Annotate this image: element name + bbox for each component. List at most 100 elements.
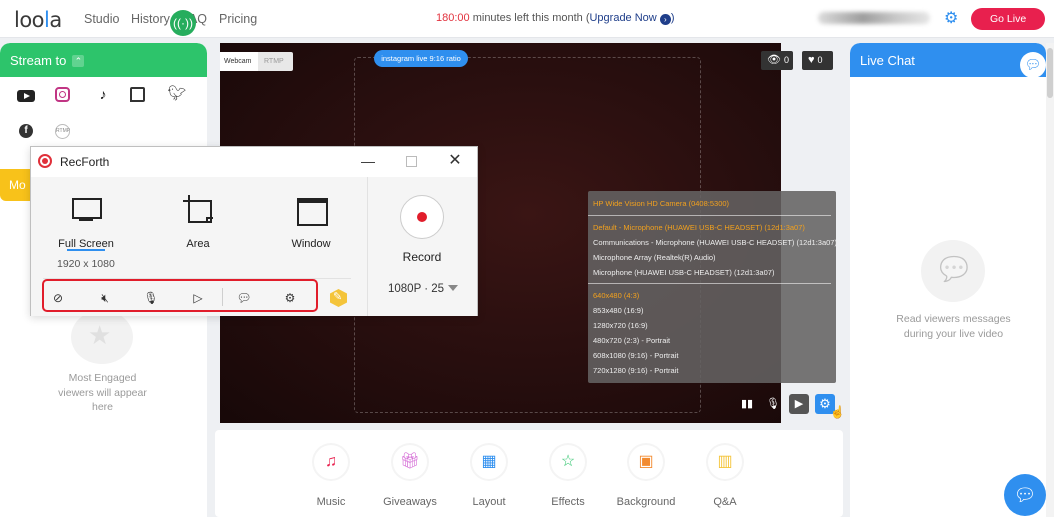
tool-effects[interactable]: ☆ Effects <box>538 445 598 508</box>
likes-badge: ♥ 0 <box>802 51 833 70</box>
source-tabs: Webcam RTMP <box>220 52 293 71</box>
qa-icon: ▥ <box>708 445 742 479</box>
upgrade-link[interactable]: Upgrade Now <box>589 12 656 24</box>
tab-rtmp[interactable]: RTMP <box>260 52 288 71</box>
record-label: Record <box>402 250 442 264</box>
twitter-icon[interactable]: 🐦︎ <box>167 86 187 102</box>
tool-label: Effects <box>551 496 585 508</box>
music-icon: ♫ <box>314 445 348 479</box>
go-live-button[interactable]: Go Live <box>971 8 1045 30</box>
minutes-suffix: minutes left this month ( <box>469 12 590 24</box>
rtmp-icon[interactable]: RTMP <box>55 124 70 139</box>
live-chat-header: Live Chat <box>850 43 1046 77</box>
recforth-title: RecForth <box>60 155 110 169</box>
twitch-icon[interactable] <box>130 87 145 102</box>
resolution-option[interactable]: 640x480 (4:3) <box>593 291 639 300</box>
tool-label: Giveaways <box>383 496 437 508</box>
highlighted-toolbar <box>42 279 318 312</box>
eye-icon: 👁︎ <box>767 54 781 66</box>
user-name-blurred[interactable] <box>818 12 930 24</box>
layout-icon: ▦ <box>472 445 506 479</box>
nav-pricing[interactable]: Pricing <box>219 12 257 26</box>
moderate-tab[interactable]: Mo <box>0 169 30 201</box>
maximize-button[interactable] <box>401 151 421 171</box>
annotation-icon[interactable]: 💬︎ <box>235 290 253 306</box>
tool-giveaways[interactable]: 🎁︎ Giveaways <box>380 445 440 508</box>
nav-history[interactable]: History <box>131 12 170 26</box>
upgrade-icon[interactable]: › <box>659 14 671 25</box>
chevron-down-icon[interactable] <box>448 285 459 291</box>
top-nav: loola Studio History FAQ Pricing 180:00 … <box>0 0 1054 38</box>
views-badge: 👁︎ 0 <box>761 51 793 70</box>
views-count: 0 <box>783 55 789 65</box>
window-icon <box>296 195 328 226</box>
tool-layout[interactable]: ▦ Layout <box>459 445 519 508</box>
resolution-option[interactable]: 720x1280 (9:16) - Portrait <box>593 366 678 375</box>
resolution-option[interactable]: 608x1080 (9:16) - Portrait <box>593 351 678 360</box>
divider <box>222 288 223 306</box>
device-settings-menu: HP Wide Vision HD Camera (0408:5300) Def… <box>588 191 837 383</box>
chevron-up-icon[interactable]: ⌃ <box>72 55 85 67</box>
loola-logo[interactable]: loola <box>14 8 62 32</box>
tool-music[interactable]: ♫ Music <box>301 445 361 508</box>
pointer-cursor-icon: ☝ <box>830 405 845 419</box>
resolution-option[interactable]: 480x720 (2:3) - Portrait <box>593 336 670 345</box>
tab-webcam[interactable]: Webcam <box>220 52 258 71</box>
mode-window[interactable]: Window <box>266 195 356 250</box>
chat-empty-icon <box>921 240 985 302</box>
screen-resolution: 1920 x 1080 <box>57 258 115 270</box>
mode-area[interactable]: Area <box>153 195 243 250</box>
star-effects-icon: ☆ <box>551 445 585 479</box>
chat-bubble-icon[interactable]: 💬︎ <box>1020 52 1046 78</box>
ratio-label[interactable]: instagram live 9:16 ratio <box>374 50 468 67</box>
help-chat-icon[interactable]: 💬︎ <box>1004 474 1046 516</box>
close-button[interactable]: ✕ <box>445 151 465 171</box>
scrollbar[interactable] <box>1046 43 1054 517</box>
resolution-option[interactable]: 1280x720 (16:9) <box>593 321 648 330</box>
minimize-button[interactable]: — <box>358 151 378 171</box>
image-icon: ▣ <box>629 445 663 479</box>
audio-option[interactable]: Communications - Microphone (HUAWEI USB-… <box>593 238 837 247</box>
divider <box>588 283 831 284</box>
tool-qa[interactable]: ▥ Q&A <box>695 445 755 508</box>
crop-icon <box>183 195 213 223</box>
tool-background[interactable]: ▣ Background <box>616 445 676 508</box>
monitor-icon <box>71 195 102 223</box>
tiktok-icon[interactable]: ♪ <box>93 86 113 102</box>
microphone-icon[interactable]: 🎙︎ <box>142 290 160 306</box>
resolution-option[interactable]: 853x480 (16:9) <box>593 306 643 315</box>
speaker-muted-icon[interactable]: 🔇︎ <box>96 290 114 306</box>
media-folder-icon[interactable]: ▷ <box>189 290 207 306</box>
facebook-icon[interactable]: f <box>19 124 33 138</box>
gift-icon: 🎁︎ <box>393 445 427 479</box>
quality-value: 1080P · 25 <box>388 283 445 295</box>
active-mode-indicator <box>67 249 105 251</box>
captions-icon[interactable]: ▮▮ <box>737 394 757 414</box>
tool-label: Q&A <box>713 496 737 508</box>
audio-option[interactable]: Default - Microphone (HUAWEI USB-C HEADS… <box>593 223 805 232</box>
stream-to-label: Stream to <box>10 53 67 68</box>
webcam-off-icon[interactable]: ⊘ <box>49 290 67 306</box>
record-button[interactable] <box>400 195 444 239</box>
chat-empty-text: Read viewers messages during your live v… <box>896 313 1011 340</box>
stream-to-header[interactable]: Stream to ⌃ <box>0 43 207 77</box>
quality-dropdown[interactable]: 1080P · 25 <box>388 283 459 295</box>
audio-option[interactable]: Microphone (HUAWEI USB-C HEADSET) (12d1:… <box>593 268 774 277</box>
engaged-placeholder: Most Engaged viewers will appear here <box>58 372 147 413</box>
recforth-titlebar[interactable]: RecForth — ✕ <box>31 147 477 177</box>
microphone-icon[interactable]: 🎙︎ <box>763 394 783 414</box>
audio-option[interactable]: Microphone Array (Realtek(R) Audio) <box>593 253 716 262</box>
broadcast-icon[interactable]: ((·)) <box>170 10 196 36</box>
divider <box>588 215 831 216</box>
heart-icon: ♥ <box>808 54 815 66</box>
tool-label: Background <box>616 496 676 508</box>
camera-icon[interactable]: ▶ <box>789 394 809 414</box>
mode-full-screen[interactable]: Full Screen <box>41 195 131 250</box>
settings-gear-icon[interactable]: ⚙ <box>944 11 960 27</box>
youtube-icon[interactable] <box>17 88 37 104</box>
camera-option[interactable]: HP Wide Vision HD Camera (0408:5300) <box>593 199 729 208</box>
instagram-icon[interactable] <box>55 87 70 102</box>
tool-label: Layout <box>472 496 506 508</box>
nav-studio[interactable]: Studio <box>84 12 119 26</box>
settings-gear-icon[interactable]: ⚙ <box>281 290 299 306</box>
